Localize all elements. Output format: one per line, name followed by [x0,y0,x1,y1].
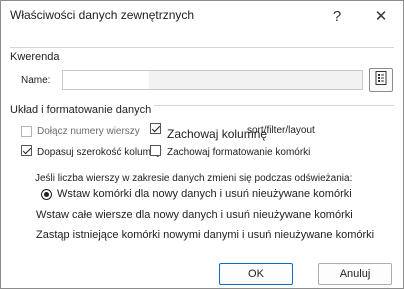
close-button[interactable]: ✕ [361,1,401,31]
external-data-properties-dialog: Właściwości danych zewnętrznych ? ✕ Kwer… [0,0,404,289]
include-row-numbers-label: Dołącz numery wierszy [37,126,140,137]
adjust-column-width-checkbox[interactable] [21,145,32,156]
preserve-cell-formatting-label: Zachowaj formatowanie komórki [167,147,311,158]
query-separator [10,47,394,48]
cancel-button[interactable]: Anuluj [318,263,392,285]
name-label: Name: [21,75,51,86]
query-properties-button[interactable] [369,68,393,92]
preserve-cell-formatting-checkbox[interactable] [150,145,161,156]
sort-filter-layout-text: sort/filter/layout [247,125,315,136]
dialog-title: Właściwości danych zewnętrznych [10,8,195,22]
ok-button[interactable]: OK [219,263,293,285]
overwrite-cells-label[interactable]: Zastąp istniejące komórki nowymi danymi … [36,229,374,241]
name-field-value [63,71,149,89]
name-field[interactable] [62,70,363,90]
properties-icon [375,70,387,90]
help-button[interactable]: ? [317,1,357,31]
insert-cells-radio[interactable] [41,189,52,200]
refresh-question: Jeśli liczba wierszy w zakresie danych z… [35,173,353,184]
preserve-column-checkbox[interactable] [150,123,161,134]
adjust-column-width-label: Dopasuj szerokość kolumny [37,147,162,158]
insert-rows-label[interactable]: Wstaw całe wiersze dla nowy danych i usu… [36,209,353,221]
layout-section-label: Układ i formatowanie danych [10,104,155,116]
title-bar: Właściwości danych zewnętrznych ? ✕ [1,1,403,31]
include-row-numbers-checkbox[interactable] [21,126,32,137]
insert-cells-label: Wstaw komórki dla nowy danych i usuń nie… [57,188,352,200]
query-section-label: Kwerenda [10,51,60,63]
